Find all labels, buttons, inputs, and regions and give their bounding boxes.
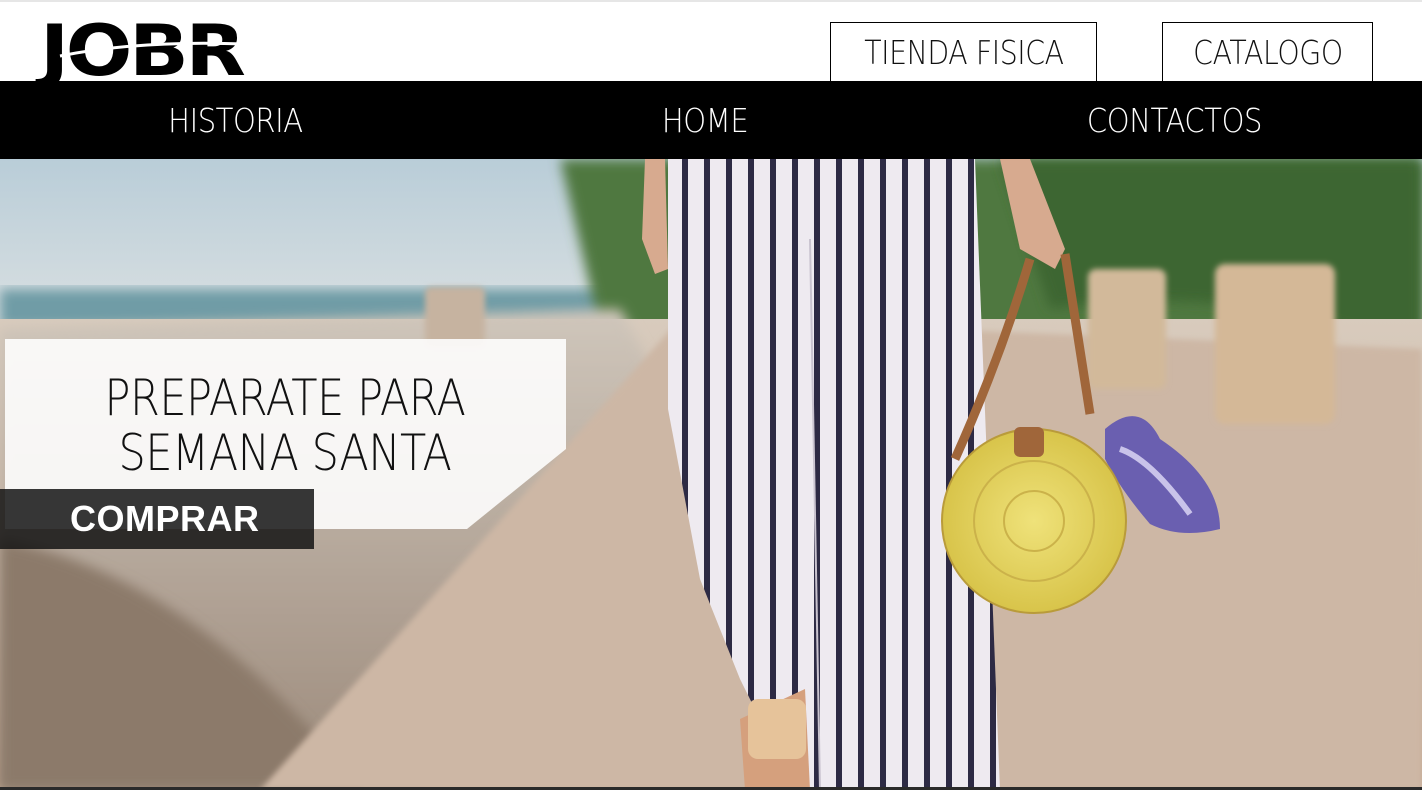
logo-text: JOBR (40, 10, 246, 92)
promo-line-2: SEMANA SANTA (118, 424, 452, 482)
nav-item-label: HISTORIA (167, 100, 303, 140)
brand-logo[interactable]: JOBR (40, 16, 246, 86)
comprar-label: COMPRAR (70, 498, 260, 539)
site-header: JOBR TIENDA FISICA CATALOGO (0, 2, 1422, 86)
catalogo-label: CATALOGO (1192, 32, 1343, 72)
nav-item-home[interactable]: HOME (600, 81, 810, 159)
catalogo-button[interactable]: CATALOGO (1162, 22, 1373, 81)
promo-title: PREPARATE PARA SEMANA SANTA (35, 371, 535, 481)
tienda-fisica-label: TIENDA FISICA (863, 32, 1064, 72)
comprar-button[interactable]: COMPRAR (0, 489, 314, 549)
main-nav: HISTORIA HOME CONTACTOS (0, 81, 1422, 159)
nav-item-label: HOME (661, 100, 749, 140)
nav-item-historia[interactable]: HISTORIA (120, 81, 350, 159)
tienda-fisica-button[interactable]: TIENDA FISICA (830, 22, 1097, 81)
nav-item-label: CONTACTOS (1086, 100, 1262, 140)
nav-item-contactos[interactable]: CONTACTOS (1060, 81, 1288, 159)
promo-line-1: PREPARATE PARA (104, 369, 466, 427)
